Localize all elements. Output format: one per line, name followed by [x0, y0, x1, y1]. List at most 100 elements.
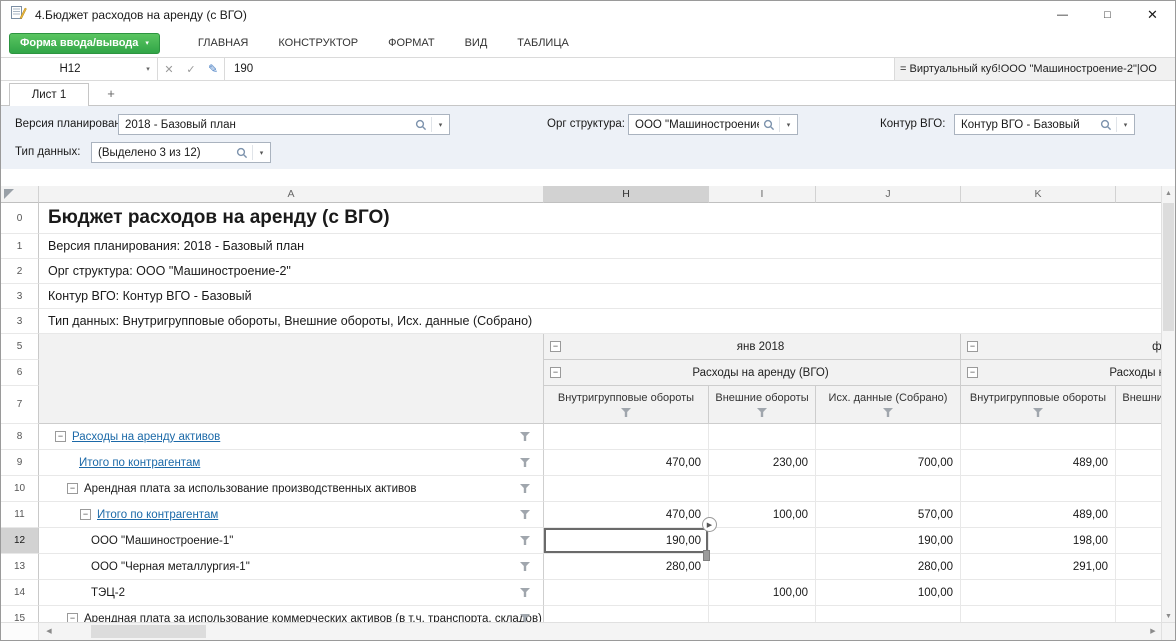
chevron-down-icon[interactable]: ▾ [780, 121, 797, 129]
column-header-a[interactable]: A [39, 186, 544, 203]
info-cell[interactable]: Орг структура: ООО "Машиностроение-2" [39, 259, 1163, 284]
column-title-external-feb[interactable]: Внешние обороты [1116, 386, 1163, 424]
row-label-cell[interactable]: ТЭЦ-2 [39, 580, 544, 606]
contour-filter[interactable]: Контур ВГО - Базовый ▾ [954, 114, 1135, 135]
chevron-down-icon[interactable]: ▾ [1117, 121, 1134, 129]
column-header-h[interactable]: H [544, 186, 709, 203]
row-label[interactable]: ООО "Черная металлургия-1" [91, 561, 250, 573]
row-header-selected[interactable]: 12 [1, 528, 39, 554]
data-cell[interactable] [961, 476, 1116, 502]
version-filter[interactable]: 2018 - Базовый план ▾ [118, 114, 450, 135]
filter-icon[interactable] [1033, 408, 1043, 417]
data-cell[interactable]: 198,00 [961, 528, 1116, 554]
ribbon-tab-designer[interactable]: КОНСТРУКТОР [278, 37, 358, 49]
data-cell[interactable]: 489,00 [961, 502, 1116, 528]
row-label-cell[interactable]: ООО "Черная металлургия-1" [39, 554, 544, 580]
row-header[interactable]: 5 [1, 334, 39, 360]
row-header[interactable]: 11 [1, 502, 39, 528]
data-cell[interactable]: 470,00 [544, 450, 709, 476]
report-title[interactable]: Бюджет расходов на аренду (с ВГО) [39, 203, 1163, 234]
cancel-button[interactable]: ✕ [158, 63, 180, 76]
search-icon[interactable] [232, 147, 252, 159]
data-cell[interactable]: 570,00 [816, 502, 961, 528]
chevron-down-icon[interactable]: ▾ [253, 149, 270, 157]
chevron-down-icon[interactable]: ▾ [139, 65, 157, 73]
row-header[interactable]: 6 [1, 360, 39, 386]
filter-icon[interactable] [883, 408, 893, 417]
data-cell[interactable] [709, 528, 816, 554]
row-header[interactable]: 13 [1, 554, 39, 580]
column-header-j[interactable]: J [816, 186, 961, 203]
row-label-cell[interactable]: Итого по контрагентам [39, 450, 544, 476]
data-cell[interactable]: 100,00 [709, 580, 816, 606]
scroll-left-icon[interactable]: ◀ [41, 623, 57, 640]
formula-input[interactable]: 190 [225, 58, 894, 80]
data-cell[interactable] [1116, 528, 1163, 554]
minimize-button[interactable]: — [1040, 1, 1085, 29]
column-header-i[interactable]: I [709, 186, 816, 203]
close-button[interactable]: ✕ [1130, 1, 1175, 29]
row-header[interactable]: 7 [1, 386, 39, 424]
data-cell[interactable]: 190,00 [816, 528, 961, 554]
scroll-right-icon[interactable]: ▶ [1145, 623, 1161, 640]
data-cell[interactable] [1116, 476, 1163, 502]
selected-cell[interactable]: 190,00 ▶ [544, 528, 709, 554]
name-box[interactable]: H12 ▾ [1, 58, 158, 80]
data-cell[interactable]: 700,00 [816, 450, 961, 476]
data-cell[interactable]: 280,00 [816, 554, 961, 580]
data-cell[interactable] [1116, 580, 1163, 606]
row-header[interactable]: 1 [1, 234, 39, 259]
data-cell[interactable] [1116, 424, 1163, 450]
data-cell[interactable] [544, 580, 709, 606]
row-header[interactable]: 9 [1, 450, 39, 476]
io-form-button[interactable]: Форма ввода/вывода ▾ [9, 33, 160, 54]
search-icon[interactable] [411, 119, 431, 131]
data-cell[interactable] [1116, 554, 1163, 580]
filter-icon[interactable] [520, 484, 530, 493]
info-cell[interactable]: Тип данных: Внутригрупповые обороты, Вне… [39, 309, 1163, 334]
filter-icon[interactable] [520, 458, 530, 467]
row-header[interactable]: 3 [1, 284, 39, 309]
sheet-tab-list1[interactable]: Лист 1 [9, 83, 89, 105]
row-label-cell[interactable]: − Итого по контрагентам [39, 502, 544, 528]
data-cell[interactable] [961, 424, 1116, 450]
search-icon[interactable] [759, 119, 779, 131]
info-cell[interactable]: Версия планирования: 2018 - Базовый план [39, 234, 1163, 259]
collapse-icon[interactable]: − [55, 431, 66, 442]
maximize-button[interactable]: □ [1085, 1, 1130, 29]
fill-handle[interactable] [703, 550, 710, 561]
row-label-cell[interactable]: ООО "Машиностроение-1" [39, 528, 544, 554]
data-cell[interactable] [961, 580, 1116, 606]
row-header[interactable]: 2 [1, 259, 39, 284]
data-cell[interactable]: 470,00 [544, 502, 709, 528]
row-label[interactable]: ТЭЦ-2 [91, 587, 125, 599]
ribbon-tab-view[interactable]: ВИД [465, 37, 488, 49]
column-header-k[interactable]: K [961, 186, 1116, 203]
row-label[interactable]: Итого по контрагентам [97, 509, 218, 521]
search-icon[interactable] [1096, 119, 1116, 131]
filter-icon[interactable] [621, 408, 631, 417]
data-cell[interactable] [816, 476, 961, 502]
column-title-intragroup-feb[interactable]: Внутригрупповые обороты [961, 386, 1116, 424]
row-header[interactable]: 0 [1, 203, 39, 234]
confirm-button[interactable]: ✓ [180, 63, 202, 76]
data-cell[interactable] [544, 476, 709, 502]
data-cell[interactable]: 100,00 [709, 502, 816, 528]
row-label[interactable]: Итого по контрагентам [79, 457, 200, 469]
data-cell[interactable]: 230,00 [709, 450, 816, 476]
data-cell[interactable] [709, 424, 816, 450]
row-header[interactable]: 8 [1, 424, 39, 450]
collapse-icon[interactable]: − [550, 341, 561, 352]
horizontal-scrollbar-thumb[interactable] [91, 625, 206, 638]
data-cell[interactable]: 100,00 [816, 580, 961, 606]
data-cell[interactable]: 280,00 [544, 554, 709, 580]
drill-handle[interactable]: ▶ [702, 517, 717, 532]
collapse-icon[interactable]: − [80, 509, 91, 520]
data-cell[interactable] [816, 424, 961, 450]
column-title-external[interactable]: Внешние обороты [709, 386, 816, 424]
info-cell[interactable]: Контур ВГО: Контур ВГО - Базовый [39, 284, 1163, 309]
filter-icon[interactable] [520, 536, 530, 545]
scroll-up-icon[interactable]: ▲ [1162, 186, 1175, 201]
select-all-corner[interactable] [1, 186, 39, 203]
column-title-source[interactable]: Исх. данные (Собрано) [816, 386, 961, 424]
